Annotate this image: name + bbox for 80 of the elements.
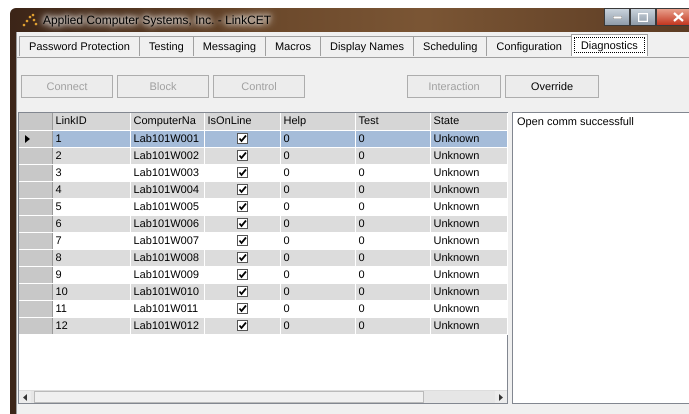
- table-cell: Unknown: [430, 181, 507, 198]
- online-checkbox[interactable]: [236, 133, 248, 144]
- table-cell: 3: [52, 164, 130, 181]
- table-cell: Lab101W012: [130, 317, 204, 334]
- column-header[interactable]: State: [430, 113, 507, 130]
- table-cell: 9: [52, 266, 130, 283]
- current-row-icon: [25, 134, 30, 142]
- online-checkbox[interactable]: [236, 201, 248, 212]
- row-selector[interactable]: [19, 130, 52, 147]
- row-header-cell: [19, 113, 52, 130]
- online-checkbox[interactable]: [236, 269, 248, 280]
- online-checkbox[interactable]: [236, 235, 248, 246]
- minimize-button[interactable]: [604, 8, 630, 26]
- table-cell: 0: [280, 147, 355, 164]
- table-cell: Lab101W010: [130, 283, 204, 300]
- table-cell: Unknown: [430, 283, 507, 300]
- column-header[interactable]: ComputerNa: [130, 113, 204, 130]
- column-header[interactable]: Test: [355, 113, 430, 130]
- scroll-thumb[interactable]: [34, 391, 424, 403]
- table-cell: 0: [280, 249, 355, 266]
- table-cell: Unknown: [430, 249, 507, 266]
- table-cell: Lab101W008: [130, 249, 204, 266]
- table-cell: 5: [52, 198, 130, 215]
- online-checkbox[interactable]: [236, 167, 248, 178]
- table-cell: 2: [52, 147, 130, 164]
- online-checkbox[interactable]: [236, 218, 248, 230]
- table-cell: 0: [280, 130, 355, 147]
- minimize-icon: [612, 16, 622, 18]
- table-cell: Lab101W004: [130, 181, 204, 198]
- column-header[interactable]: Help: [280, 113, 355, 130]
- table-cell: 10: [52, 283, 130, 300]
- tab[interactable]: Diagnostics: [570, 34, 648, 56]
- table-cell: 0: [355, 147, 430, 164]
- tab[interactable]: Password Protection: [19, 36, 140, 56]
- table-cell: Unknown: [430, 266, 507, 283]
- table-cell: Unknown: [430, 198, 507, 215]
- table-cell: Lab101W001: [130, 130, 204, 147]
- table-cell: 1: [52, 130, 130, 147]
- online-checkbox[interactable]: [236, 184, 248, 196]
- table-cell: 0: [355, 181, 430, 198]
- action-button[interactable]: Override: [505, 75, 599, 98]
- log-text: Open comm successfull: [512, 112, 689, 404]
- table-cell: Unknown: [430, 232, 507, 249]
- window-title: Applied Computer Systems, Inc. - LinkCET: [43, 13, 272, 27]
- table-cell: Unknown: [430, 317, 507, 334]
- close-button[interactable]: [656, 8, 689, 26]
- table-cell: Lab101W006: [130, 215, 204, 232]
- table-cell: 0: [355, 249, 430, 266]
- column-header[interactable]: IsOnLine: [204, 113, 280, 130]
- table-cell: 0: [280, 181, 355, 198]
- online-checkbox[interactable]: [236, 150, 248, 162]
- table-cell: 0: [355, 215, 430, 232]
- table-cell: 0: [355, 130, 430, 147]
- table-cell: 0: [280, 317, 355, 334]
- table-cell: Lab101W002: [130, 147, 204, 164]
- table-cell: 12: [52, 317, 130, 334]
- table-cell: 6: [52, 215, 130, 232]
- app-icon: [22, 13, 38, 27]
- table-cell: Unknown: [430, 215, 507, 232]
- table-cell: Unknown: [430, 164, 507, 181]
- table-cell: 0: [355, 317, 430, 334]
- maximize-icon: [638, 12, 648, 22]
- online-checkbox[interactable]: [236, 286, 248, 298]
- table-cell: Unknown: [430, 130, 507, 147]
- horizontal-scrollbar[interactable]: [19, 390, 507, 403]
- column-header[interactable]: LinkID: [52, 113, 130, 130]
- online-checkbox[interactable]: [236, 320, 248, 332]
- close-icon: [672, 12, 684, 22]
- maximize-button[interactable]: [630, 8, 656, 26]
- table-cell: 4: [52, 181, 130, 198]
- table-cell: 7: [52, 232, 130, 249]
- table-cell: 8: [52, 249, 130, 266]
- online-checkbox[interactable]: [236, 252, 248, 264]
- table-cell: 11: [52, 300, 130, 317]
- online-checkbox[interactable]: [236, 303, 248, 314]
- table-cell: Unknown: [430, 300, 507, 317]
- table-cell: 0: [355, 283, 430, 300]
- table-cell: 0: [280, 215, 355, 232]
- table-cell: Unknown: [430, 147, 507, 164]
- table-cell: 0: [280, 283, 355, 300]
